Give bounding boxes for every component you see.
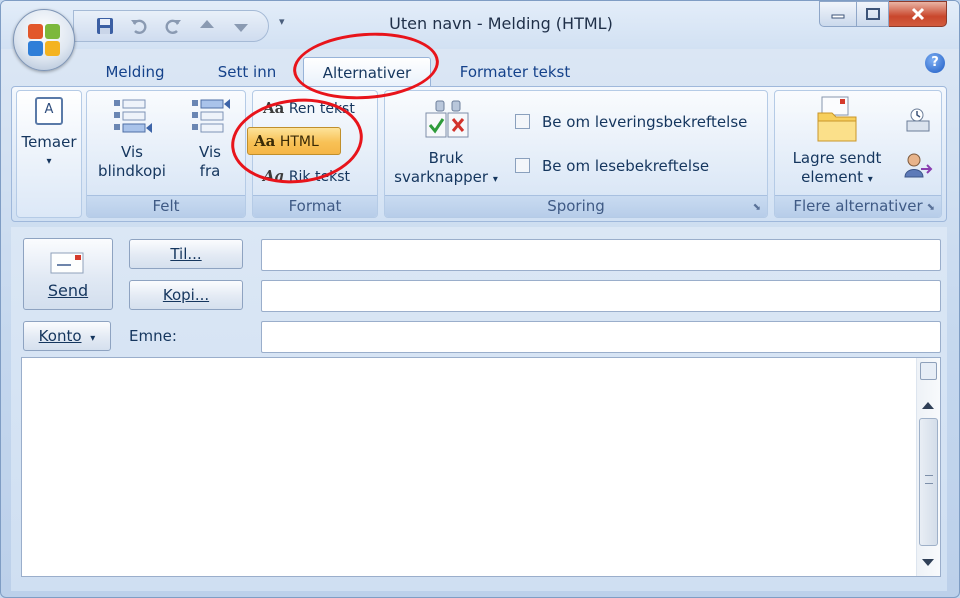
ribbon: A Temaer ▾ Vis blindkopi Vis fra Felt Aa…	[11, 86, 947, 222]
maximize-button[interactable]	[857, 1, 889, 27]
sporing-group-label: Sporing	[385, 195, 767, 217]
emne-field[interactable]	[261, 321, 941, 353]
sporing-group: Bruk svarknapper ▾ Be om leveringsbekref…	[384, 90, 768, 218]
checkbox-box[interactable]	[515, 114, 530, 129]
tab-sett-inn[interactable]: Sett inn	[199, 57, 295, 87]
themes-group: A Temaer ▾	[16, 90, 82, 218]
themes-button[interactable]: A Temaer ▾	[17, 97, 81, 171]
vis-blindkopi-label-1: Vis	[121, 143, 143, 161]
from-field-icon	[192, 99, 230, 133]
chevron-down-icon: ▾	[492, 174, 498, 185]
format-aa-icon: Aa	[254, 132, 276, 150]
redo-icon[interactable]	[162, 15, 184, 37]
vis-fra-label-2: fra	[199, 162, 221, 180]
format-group-label: Format	[253, 195, 377, 217]
close-button[interactable]	[889, 1, 947, 27]
send-envelope-icon	[50, 252, 84, 274]
til-label: Til...	[170, 245, 202, 263]
ribbon-tabs: Melding Sett inn Alternativer Formater t…	[1, 51, 959, 87]
themes-label: Temaer	[21, 133, 77, 151]
window-title: Uten navn - Melding (HTML)	[389, 14, 613, 33]
chevron-down-icon: ▾	[90, 333, 96, 344]
message-body-text	[22, 358, 940, 370]
felt-group-label: Felt	[87, 195, 245, 217]
flere-alternativer-group: Lagre sendt element ▾ Flere alternativer…	[774, 90, 942, 218]
help-icon[interactable]: ?	[925, 53, 945, 73]
leveringsbekreftelse-label: Be om leveringsbekreftelse	[542, 113, 748, 131]
konto-label: Konto	[38, 327, 82, 345]
kopi-button[interactable]: Kopi...	[129, 280, 243, 310]
lesebekreftelse-checkbox[interactable]: Be om lesebekreftelse	[515, 157, 709, 175]
voting-buttons-icon	[425, 100, 469, 138]
checkbox-box[interactable]	[515, 158, 530, 173]
emne-label: Emne:	[129, 327, 177, 345]
vis-fra-label-1: Vis	[199, 143, 221, 161]
themes-icon: A	[35, 97, 63, 125]
lagre-label-2: element ▾	[801, 168, 873, 186]
felt-group: Vis blindkopi Vis fra Felt	[86, 90, 246, 218]
scroll-up-arrow-icon[interactable]	[922, 402, 934, 409]
save-icon[interactable]	[94, 15, 116, 37]
bcc-field-icon	[114, 99, 152, 133]
bruk-label-2: svarknapper ▾	[394, 168, 498, 186]
window-controls	[819, 1, 947, 27]
save-sent-folder-icon	[817, 96, 857, 142]
direct-replies-icon[interactable]	[903, 151, 933, 183]
flere-alternativer-group-label: Flere alternativer	[775, 195, 941, 217]
kopi-label: Kopi...	[162, 286, 210, 304]
chevron-down-icon: ▾	[867, 174, 873, 185]
html-format-button[interactable]: Aa HTML	[247, 127, 341, 155]
send-label: Send	[47, 281, 89, 300]
vis-blindkopi-label-2: blindkopi	[98, 162, 166, 180]
send-button[interactable]: Send	[23, 238, 113, 310]
chevron-down-icon: ▾	[46, 156, 52, 167]
bruk-svarknapper-button[interactable]: Bruk svarknapper ▾	[391, 99, 501, 189]
delay-delivery-icon[interactable]	[903, 107, 933, 139]
ren-tekst-button[interactable]: Aa Ren tekst	[263, 99, 355, 117]
scroll-thumb[interactable]	[919, 418, 938, 546]
scroll-down-arrow-icon[interactable]	[922, 559, 934, 566]
customize-qat-icon[interactable]: ▾	[279, 15, 285, 28]
html-format-label: HTML	[279, 134, 319, 150]
tab-formater-tekst[interactable]: Formater tekst	[447, 57, 583, 87]
bruk-label-1: Bruk	[428, 149, 464, 167]
office-logo-icon	[28, 24, 62, 58]
undo-icon[interactable]	[128, 15, 150, 37]
vis-fra-button[interactable]: Vis fra	[181, 95, 239, 181]
outlook-message-window: ▾ Uten navn - Melding (HTML) Melding Set…	[0, 0, 960, 598]
lagre-sendt-element-button[interactable]: Lagre sendt element ▾	[779, 95, 895, 189]
dialog-launcher-icon[interactable]: ⬊	[927, 202, 935, 213]
quick-access-toolbar	[73, 10, 269, 42]
tab-alternativer[interactable]: Alternativer	[303, 57, 431, 87]
kopi-field[interactable]	[261, 280, 941, 312]
dialog-launcher-icon[interactable]: ⬊	[753, 202, 761, 213]
message-body[interactable]	[21, 357, 941, 577]
vis-blindkopi-button[interactable]: Vis blindkopi	[91, 95, 173, 181]
ren-tekst-label: Ren tekst	[288, 101, 355, 117]
previous-item-icon[interactable]	[196, 15, 218, 37]
lagre-label-1: Lagre sendt	[792, 149, 882, 167]
format-aa-icon: Aa	[263, 99, 285, 117]
til-button[interactable]: Til...	[129, 239, 243, 269]
lesebekreftelse-label: Be om lesebekreftelse	[542, 157, 710, 175]
office-button[interactable]	[13, 9, 75, 71]
rik-tekst-label: Rik tekst	[288, 169, 350, 185]
tab-melding[interactable]: Melding	[87, 57, 183, 87]
format-aa-icon: Aa	[263, 167, 285, 185]
ruler-icon[interactable]	[920, 362, 937, 380]
vertical-scrollbar[interactable]	[916, 358, 940, 576]
til-field[interactable]	[261, 239, 941, 271]
rik-tekst-button[interactable]: Aa Rik tekst	[263, 167, 350, 185]
minimize-button[interactable]	[819, 1, 857, 27]
konto-button[interactable]: Konto ▾	[23, 321, 111, 351]
leveringsbekreftelse-checkbox[interactable]: Be om leveringsbekreftelse	[515, 113, 747, 131]
grip-icon	[925, 475, 933, 484]
next-item-icon[interactable]	[230, 15, 252, 37]
